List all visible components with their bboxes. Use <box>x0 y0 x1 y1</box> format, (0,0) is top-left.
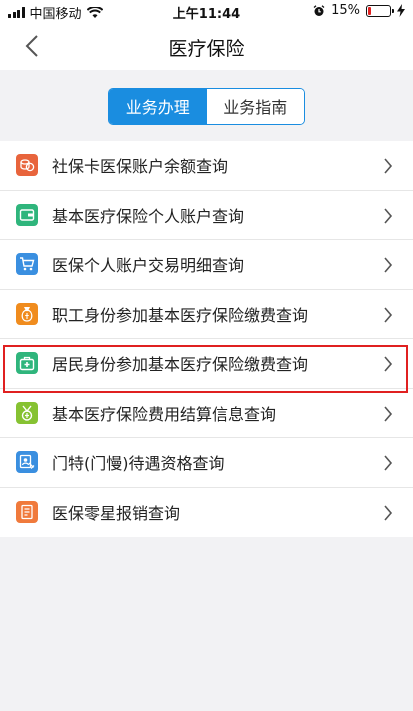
coin-stack-icon <box>16 154 38 177</box>
battery-level <box>368 6 372 15</box>
menu-item-special-outpatient[interactable]: 门特(门慢)待遇资格查询 <box>0 438 413 488</box>
menu-item-employee-payment[interactable]: 职工身份参加基本医疗保险缴费查询 <box>0 290 413 339</box>
status-bar: 中国移动 上午11:44 15% <box>0 0 413 22</box>
menu-item-label: 社保卡医保账户余额查询 <box>52 157 229 177</box>
page-title: 医疗保险 <box>168 38 245 60</box>
chevron-right-icon <box>384 405 393 422</box>
tab-business-handling[interactable]: 业务办理 <box>109 88 207 124</box>
menu-item-label: 职工身份参加基本医疗保险缴费查询 <box>52 305 309 325</box>
chevron-right-icon <box>384 257 393 273</box>
menu-item-label: 基本医疗保险费用结算信息查询 <box>52 404 277 424</box>
segment-control-area: 业务办理 业务指南 <box>0 70 413 142</box>
chevron-right-icon <box>384 306 393 323</box>
chevron-right-icon <box>384 455 393 471</box>
navigation-bar: 医疗保险 <box>0 22 413 70</box>
menu-item-label: 医保零星报销查询 <box>52 504 181 524</box>
menu-item-label: 居民身份参加基本医疗保险缴费查询 <box>52 355 309 375</box>
money-bag-icon <box>16 302 38 325</box>
menu-item-personal-account[interactable]: 基本医疗保险个人账户查询 <box>0 191 413 240</box>
menu-item-label: 门特(门慢)待遇资格查询 <box>52 454 225 474</box>
menu-item-label: 基本医疗保险个人账户查询 <box>52 206 245 226</box>
charging-bolt-icon <box>397 4 405 17</box>
battery-icon <box>366 4 394 17</box>
id-card-icon <box>16 451 38 474</box>
chevron-right-icon <box>384 504 393 521</box>
chevron-right-icon <box>384 207 393 224</box>
menu-list: 社保卡医保账户余额查询 基本医疗保险个人账户查询 医保个人账户交易明细查询 职工… <box>0 141 413 537</box>
menu-item-transaction-details[interactable]: 医保个人账户交易明细查询 <box>0 240 413 290</box>
menu-item-settlement-info[interactable]: 基本医疗保险费用结算信息查询 <box>0 389 413 438</box>
menu-item-resident-payment[interactable]: 居民身份参加基本医疗保险缴费查询 <box>0 339 413 389</box>
receipt-icon <box>16 501 38 524</box>
menu-item-label: 医保个人账户交易明细查询 <box>52 256 245 276</box>
menu-item-reimbursement[interactable]: 医保零星报销查询 <box>0 488 413 538</box>
medical-kit-icon <box>16 352 38 375</box>
tab-business-guide[interactable]: 业务指南 <box>206 88 304 124</box>
alarm-icon <box>313 4 325 16</box>
cart-icon <box>16 253 38 276</box>
chevron-right-icon <box>384 158 393 174</box>
status-right: 15% <box>313 3 405 18</box>
chevron-right-icon <box>384 356 393 372</box>
battery-percent: 15% <box>331 3 360 18</box>
segment-control: 业务办理 业务指南 <box>108 87 305 125</box>
medal-icon <box>16 401 38 424</box>
wallet-icon <box>16 203 38 226</box>
menu-item-card-balance[interactable]: 社保卡医保账户余额查询 <box>0 141 413 191</box>
